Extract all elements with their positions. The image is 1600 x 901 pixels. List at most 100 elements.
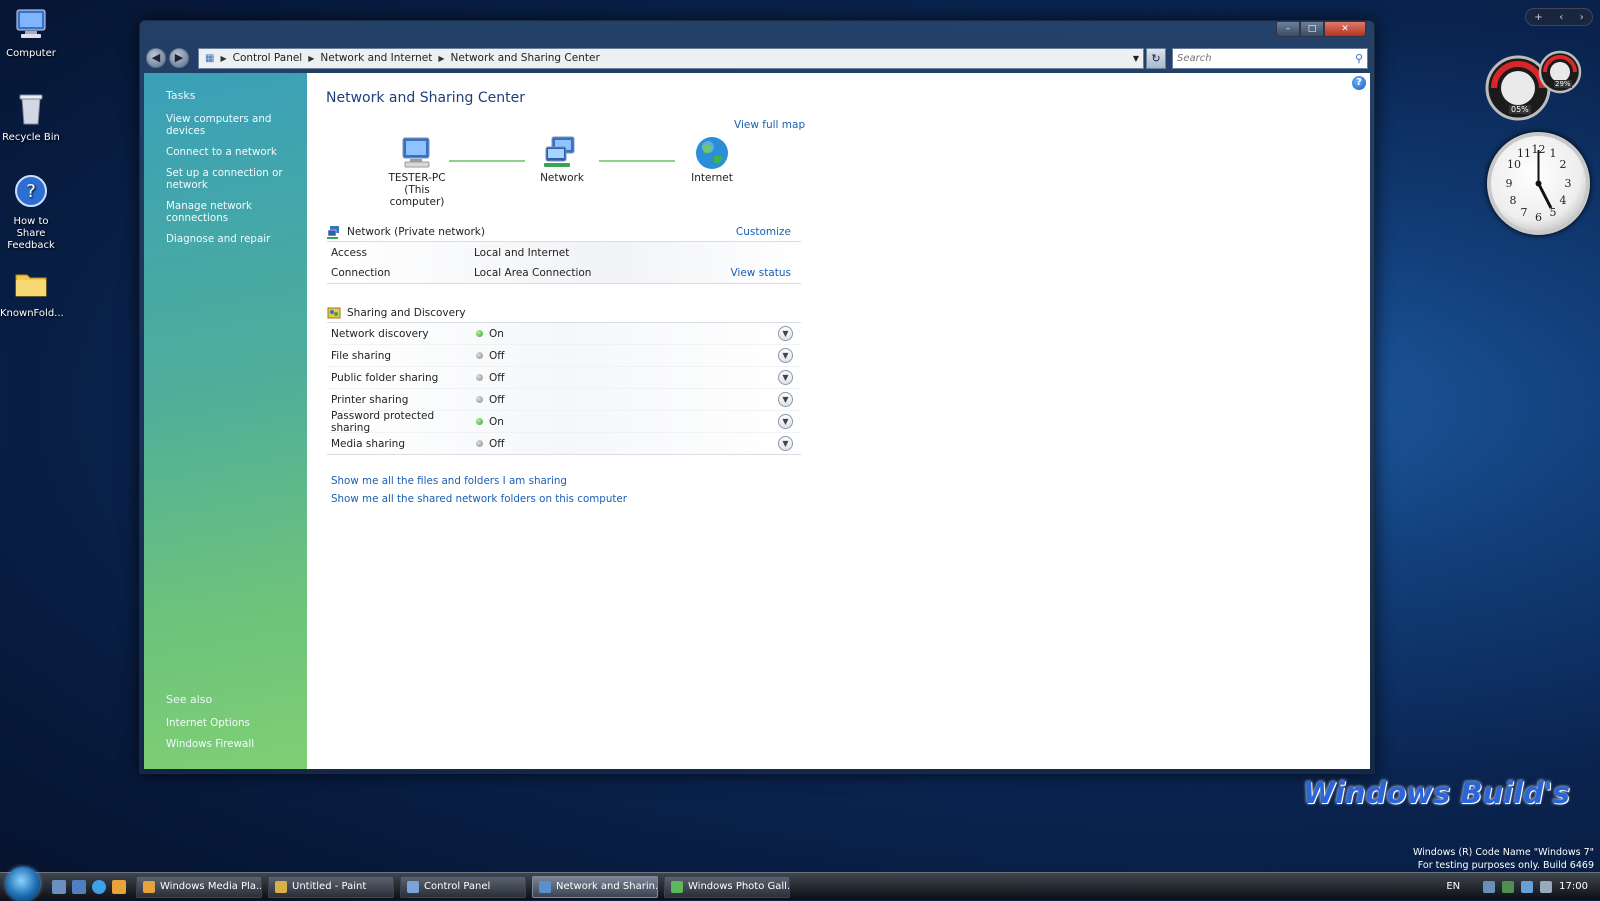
cpu-meter-gadget[interactable]: 05% 29% bbox=[1484, 50, 1584, 121]
svg-text:9: 9 bbox=[1506, 177, 1513, 190]
show-shared-folders-link[interactable]: Show me all the shared network folders o… bbox=[331, 493, 627, 505]
main-content: ? Network and Sharing Center View full m… bbox=[307, 73, 1370, 769]
chevron-right-icon[interactable]: › bbox=[1580, 12, 1584, 23]
network-section-header: Network (Private network) Customize bbox=[327, 222, 801, 242]
language-indicator[interactable]: EN bbox=[1446, 881, 1460, 892]
see-also-windows-firewall[interactable]: Windows Firewall bbox=[166, 738, 254, 750]
clock-gadget[interactable]: 12 1 2 3 4567 8 9 10 11 bbox=[1487, 132, 1590, 235]
refresh-button[interactable]: ↻ bbox=[1146, 47, 1166, 69]
media-player-icon bbox=[143, 880, 155, 893]
task-manage-connections[interactable]: Manage network connections bbox=[166, 200, 307, 224]
breadcrumb-network-sharing-center[interactable]: Network and Sharing Center bbox=[451, 52, 600, 64]
row-label: Printer sharing bbox=[331, 393, 409, 406]
start-button[interactable] bbox=[6, 866, 40, 901]
taskbar-item-paint[interactable]: Untitled - Paint bbox=[268, 875, 394, 898]
expand-chevron-icon[interactable]: ▼ bbox=[778, 436, 793, 451]
add-gadget-button[interactable]: + bbox=[1534, 12, 1542, 23]
sharing-discovery-section: Sharing and Discovery Network discovery … bbox=[327, 303, 801, 455]
chevron-down-icon[interactable]: ▼ bbox=[1133, 54, 1139, 63]
internet-explorer-icon[interactable] bbox=[92, 879, 106, 894]
taskbar-item-photo-gallery[interactable]: Windows Photo Gall... bbox=[664, 875, 790, 898]
map-node-computer[interactable]: TESTER-PC (This computer) bbox=[377, 136, 457, 208]
task-connect-network[interactable]: Connect to a network bbox=[166, 146, 307, 158]
status-off-icon bbox=[476, 440, 483, 447]
map-node-internet[interactable]: Internet bbox=[677, 136, 747, 184]
desktop-icon-recycle-bin[interactable]: Recycle Bin bbox=[0, 90, 62, 144]
row-state: Off bbox=[489, 349, 505, 362]
see-also-internet-options[interactable]: Internet Options bbox=[166, 717, 254, 729]
forward-button[interactable]: ▶ bbox=[169, 48, 189, 68]
chevron-left-icon[interactable]: ‹ bbox=[1559, 12, 1563, 23]
volume-icon[interactable] bbox=[1540, 880, 1553, 893]
sharing-row-printer: Printer sharing Off ▼ bbox=[327, 389, 801, 411]
expand-chevron-icon[interactable]: ▼ bbox=[778, 370, 793, 385]
computer-icon bbox=[13, 6, 49, 42]
show-desktop-icon[interactable] bbox=[52, 879, 66, 894]
desktop-icon-knownfolders[interactable]: KnownFold... bbox=[0, 266, 64, 320]
search-box: ⚲ bbox=[1172, 47, 1368, 69]
svg-text:4: 4 bbox=[1560, 194, 1567, 207]
back-button[interactable]: ◀ bbox=[146, 48, 166, 68]
show-shared-files-link[interactable]: Show me all the files and folders I am s… bbox=[331, 475, 627, 487]
security-icon[interactable] bbox=[1521, 880, 1534, 893]
task-diagnose-repair[interactable]: Diagnose and repair bbox=[166, 233, 307, 245]
expand-chevron-icon[interactable]: ▼ bbox=[778, 326, 793, 341]
sharing-links: Show me all the files and folders I am s… bbox=[331, 475, 627, 511]
help-icon[interactable]: ? bbox=[1352, 76, 1366, 90]
row-state: Off bbox=[489, 393, 505, 406]
task-view-computers[interactable]: View computers and devices bbox=[166, 113, 307, 137]
row-state: On bbox=[489, 415, 504, 428]
taskbar: Windows Media Pla... Untitled - Paint Co… bbox=[0, 866, 1600, 901]
maximize-button[interactable]: □ bbox=[1300, 21, 1324, 37]
minimize-button[interactable]: – bbox=[1276, 21, 1300, 37]
view-full-map-link[interactable]: View full map bbox=[734, 119, 805, 131]
desktop-icon-label: Recycle Bin bbox=[2, 132, 60, 143]
computer-sub: (This computer) bbox=[389, 184, 445, 208]
computer-icon bbox=[397, 136, 437, 170]
close-button[interactable]: ✕ bbox=[1324, 21, 1366, 37]
network-sharing-center-window: – □ ✕ ◀ ▶ ▦ ▶ Control Panel ▶ Network an… bbox=[139, 20, 1375, 774]
svg-text:8: 8 bbox=[1510, 194, 1517, 207]
desktop-icon-feedback[interactable]: ? How to Share Feedback bbox=[0, 174, 62, 252]
row-state: Off bbox=[489, 371, 505, 384]
task-setup-connection[interactable]: Set up a connection or network bbox=[166, 167, 307, 191]
chevron-right-icon: ▶ bbox=[220, 53, 227, 63]
media-player-icon[interactable] bbox=[112, 879, 126, 894]
row-label: File sharing bbox=[331, 349, 392, 362]
svg-text:6: 6 bbox=[1535, 211, 1542, 224]
address-bar[interactable]: ▦ ▶ Control Panel ▶ Network and Internet… bbox=[198, 47, 1144, 69]
build-line-2: For testing purposes only. Build 6469 bbox=[1417, 860, 1594, 871]
expand-chevron-icon[interactable]: ▼ bbox=[778, 414, 793, 429]
quick-launch bbox=[52, 879, 126, 894]
clock-time[interactable]: 17:00 bbox=[1559, 881, 1588, 892]
taskbar-item-control-panel[interactable]: Control Panel bbox=[400, 875, 526, 898]
desktop-icon-computer[interactable]: Computer bbox=[0, 6, 62, 60]
row-label: Public folder sharing bbox=[331, 371, 439, 384]
expand-chevron-icon[interactable]: ▼ bbox=[778, 392, 793, 407]
search-input[interactable] bbox=[1177, 52, 1355, 64]
sharing-section-header: Sharing and Discovery bbox=[327, 303, 801, 323]
status-on-icon bbox=[476, 330, 483, 337]
keyboard-icon[interactable] bbox=[1483, 880, 1496, 893]
map-node-network[interactable]: Network bbox=[527, 136, 597, 184]
network-tray-icon[interactable] bbox=[1502, 880, 1515, 893]
network-name: Network (Private network) bbox=[347, 225, 485, 238]
breadcrumb-control-panel[interactable]: Control Panel bbox=[233, 52, 303, 64]
task-label: Network and Sharin... bbox=[556, 881, 658, 892]
watermark-logo: Windows Build's bbox=[1303, 776, 1570, 810]
ram-percent: 29% bbox=[1554, 80, 1572, 88]
taskbar-item-media-player[interactable]: Windows Media Pla... bbox=[136, 875, 262, 898]
search-icon[interactable]: ⚲ bbox=[1355, 52, 1363, 65]
chevron-right-icon: ▶ bbox=[438, 53, 445, 63]
breadcrumb-network-and-internet[interactable]: Network and Internet bbox=[320, 52, 432, 64]
internet-label: Internet bbox=[691, 172, 733, 184]
cpu-percent: 05% bbox=[1509, 105, 1531, 114]
taskbar-item-network-sharing[interactable]: Network and Sharin... bbox=[532, 875, 658, 898]
row-label: Access bbox=[331, 246, 367, 259]
network-icon bbox=[542, 136, 582, 170]
view-status-link[interactable]: View status bbox=[730, 267, 791, 279]
expand-chevron-icon[interactable]: ▼ bbox=[778, 348, 793, 363]
switch-windows-icon[interactable] bbox=[72, 879, 86, 894]
customize-link[interactable]: Customize bbox=[736, 226, 791, 238]
folder-icon bbox=[13, 266, 49, 302]
